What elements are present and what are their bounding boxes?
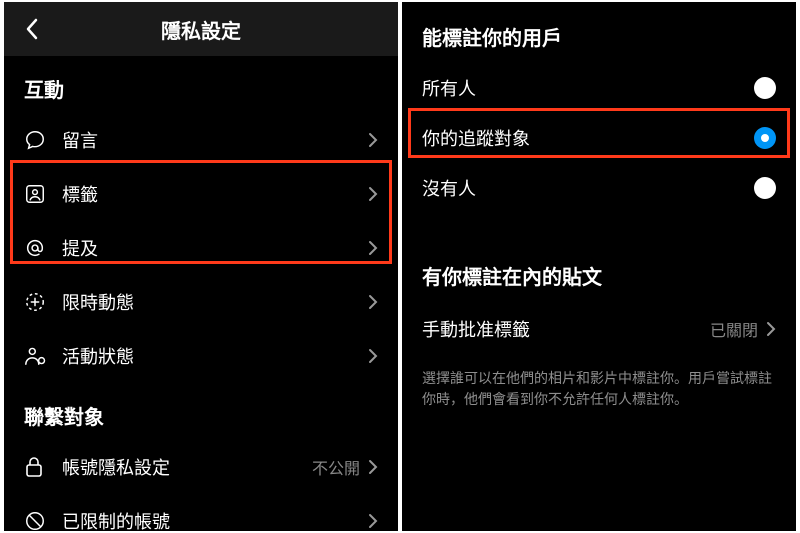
section-header-who-can-tag: 能標註你的用戶 — [402, 2, 796, 63]
back-button[interactable] — [20, 17, 44, 41]
row-label: 帳號隱私設定 — [62, 454, 312, 480]
radio-icon — [754, 177, 776, 199]
settings-description: 選擇誰可以在他們的相片和影片中標註你。用戶嘗試標註你時，他們會看到你不允許任何人… — [402, 356, 796, 410]
chevron-right-icon — [368, 240, 378, 256]
row-tags[interactable]: 標籤 — [4, 167, 398, 221]
row-trail-value: 已關閉 — [710, 317, 758, 341]
row-label: 提及 — [62, 235, 368, 261]
section-header-interaction: 互動 — [4, 56, 398, 113]
row-account-privacy[interactable]: 帳號隱私設定 不公開 — [4, 440, 398, 494]
chevron-right-icon — [368, 513, 378, 529]
chevron-right-icon — [368, 459, 378, 475]
option-label: 沒有人 — [422, 175, 754, 201]
row-label: 留言 — [62, 127, 368, 153]
row-restricted-accounts[interactable]: 已限制的帳號 — [4, 494, 398, 531]
row-manual-approve-tags[interactable]: 手動批准標籤 已關閉 — [402, 302, 796, 356]
privacy-settings-screen: 隱私設定 互動 留言 標籤 提及 限時動態 活動狀態 聯繫對象 帳號隱私設定 不… — [4, 2, 398, 531]
option-label: 所有人 — [422, 75, 754, 101]
radio-selected-icon — [754, 127, 776, 149]
chevron-right-icon — [766, 321, 776, 337]
row-activity-status[interactable]: 活動狀態 — [4, 329, 398, 383]
row-label: 已限制的帳號 — [62, 508, 368, 531]
activity-status-icon — [24, 345, 48, 367]
chevron-right-icon — [368, 186, 378, 202]
person-tag-icon — [24, 183, 46, 205]
chevron-left-icon — [25, 18, 39, 40]
header-bar: 隱私設定 — [4, 2, 398, 56]
row-comments[interactable]: 留言 — [4, 113, 398, 167]
row-label: 手動批准標籤 — [422, 316, 710, 342]
option-people-you-follow[interactable]: 你的追蹤對象 — [402, 113, 796, 163]
row-stories[interactable]: 限時動態 — [4, 275, 398, 329]
add-story-icon — [24, 291, 46, 313]
section-header-tagged-posts: 有你標註在內的貼文 — [402, 241, 796, 302]
option-no-one[interactable]: 沒有人 — [402, 163, 796, 213]
tag-settings-screen: 能標註你的用戶 所有人 你的追蹤對象 沒有人 有你標註在內的貼文 手動批准標籤 … — [402, 2, 796, 531]
chevron-right-icon — [368, 132, 378, 148]
chevron-right-icon — [368, 348, 378, 364]
chevron-right-icon — [368, 294, 378, 310]
row-trail-value: 不公開 — [312, 455, 360, 479]
at-icon — [24, 237, 46, 259]
lock-icon — [24, 456, 44, 478]
row-label: 活動狀態 — [62, 343, 368, 369]
section-header-contacts: 聯繫對象 — [4, 383, 398, 440]
option-label: 你的追蹤對象 — [422, 125, 754, 151]
row-label: 限時動態 — [62, 289, 368, 315]
radio-icon — [754, 77, 776, 99]
restricted-icon — [24, 510, 46, 531]
option-everyone[interactable]: 所有人 — [402, 63, 796, 113]
chat-bubble-icon — [24, 129, 46, 151]
row-mentions[interactable]: 提及 — [4, 221, 398, 275]
page-title: 隱私設定 — [44, 15, 358, 44]
row-label: 標籤 — [62, 181, 368, 207]
